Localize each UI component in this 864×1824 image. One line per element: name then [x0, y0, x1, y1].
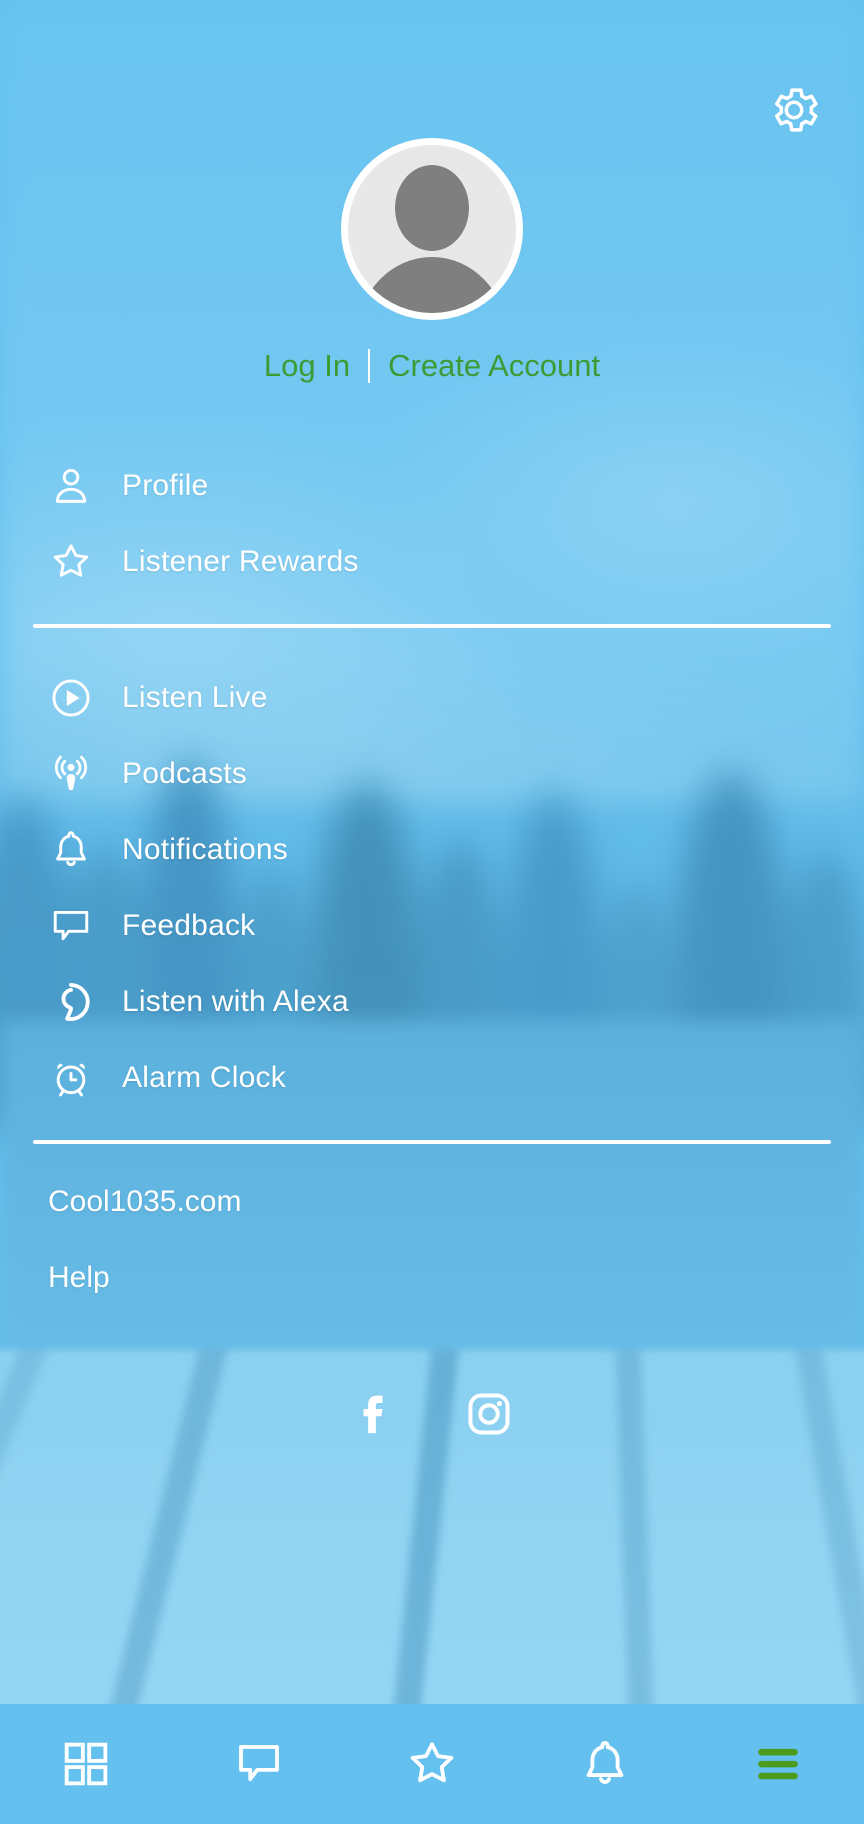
divider-top	[33, 624, 831, 628]
person-icon	[48, 463, 94, 509]
menu-item-label: Listen with Alexa	[122, 985, 349, 1018]
podcast-microphone-icon	[48, 751, 94, 797]
avatar[interactable]	[341, 138, 523, 320]
menu-item-feedback[interactable]: Feedback	[0, 888, 864, 964]
avatar-body-icon	[357, 257, 507, 313]
instagram-icon	[468, 1393, 510, 1435]
chat-bubble-icon	[48, 903, 94, 949]
settings-button[interactable]	[766, 82, 822, 138]
menu-item-label: Listen Live	[122, 681, 268, 714]
divider-bottom	[33, 1140, 831, 1144]
facebook-icon	[363, 1395, 383, 1434]
footer-link-website[interactable]: Cool1035.com	[48, 1185, 241, 1219]
menu-item-profile[interactable]: Profile	[0, 448, 864, 524]
avatar-container	[0, 138, 864, 320]
menu-item-notifications[interactable]: Notifications	[0, 812, 864, 888]
tab-home[interactable]	[0, 1704, 173, 1824]
menu-item-listen-live[interactable]: Listen Live	[0, 660, 864, 736]
menu-item-listener-rewards[interactable]: Listener Rewards	[0, 524, 864, 600]
login-link[interactable]: Log In	[264, 348, 350, 384]
tab-notifications[interactable]	[518, 1704, 691, 1824]
bell-icon	[586, 1740, 624, 1784]
app-screen: Log In Create Account Profile Listener R…	[0, 0, 864, 1824]
menu-item-label: Podcasts	[122, 757, 247, 790]
auth-separator	[368, 349, 371, 383]
menu-item-listen-with-alexa[interactable]: Listen with Alexa	[0, 964, 864, 1040]
chat-bubble-icon	[239, 1744, 280, 1781]
footer-links: Cool1035.com Help	[48, 1185, 241, 1337]
menu-item-label: Alarm Clock	[122, 1061, 286, 1094]
menu-item-label: Feedback	[122, 909, 256, 942]
bottom-tab-bar	[0, 1704, 864, 1824]
menu-item-label: Notifications	[122, 833, 289, 866]
create-account-link[interactable]: Create Account	[388, 348, 600, 384]
star-icon	[410, 1742, 454, 1783]
social-row	[0, 1388, 864, 1440]
menu-group-account: Profile Listener Rewards	[0, 448, 864, 600]
hamburger-menu-icon	[757, 1748, 798, 1780]
menu-item-label: Listener Rewards	[122, 545, 359, 578]
play-circle-icon	[48, 675, 94, 721]
tab-rewards[interactable]	[346, 1704, 519, 1824]
facebook-link[interactable]	[349, 1388, 401, 1440]
instagram-link[interactable]	[463, 1388, 515, 1440]
alexa-circle-icon	[48, 979, 94, 1025]
menu-item-label: Profile	[122, 469, 209, 502]
alarm-clock-icon	[48, 1055, 94, 1101]
star-icon	[48, 539, 94, 585]
footer-link-help[interactable]: Help	[48, 1261, 241, 1295]
tab-menu[interactable]	[691, 1704, 864, 1824]
grid-icon	[65, 1742, 108, 1786]
menu-item-alarm-clock[interactable]: Alarm Clock	[0, 1040, 864, 1116]
menu-group-main: Listen Live Podcasts Notifications Feedb…	[0, 660, 864, 1116]
menu-item-podcasts[interactable]: Podcasts	[0, 736, 864, 812]
avatar-head-icon	[395, 165, 469, 251]
tab-feedback[interactable]	[173, 1704, 346, 1824]
auth-row: Log In Create Account	[0, 348, 864, 384]
gear-icon	[774, 88, 818, 132]
bell-icon	[48, 827, 94, 873]
